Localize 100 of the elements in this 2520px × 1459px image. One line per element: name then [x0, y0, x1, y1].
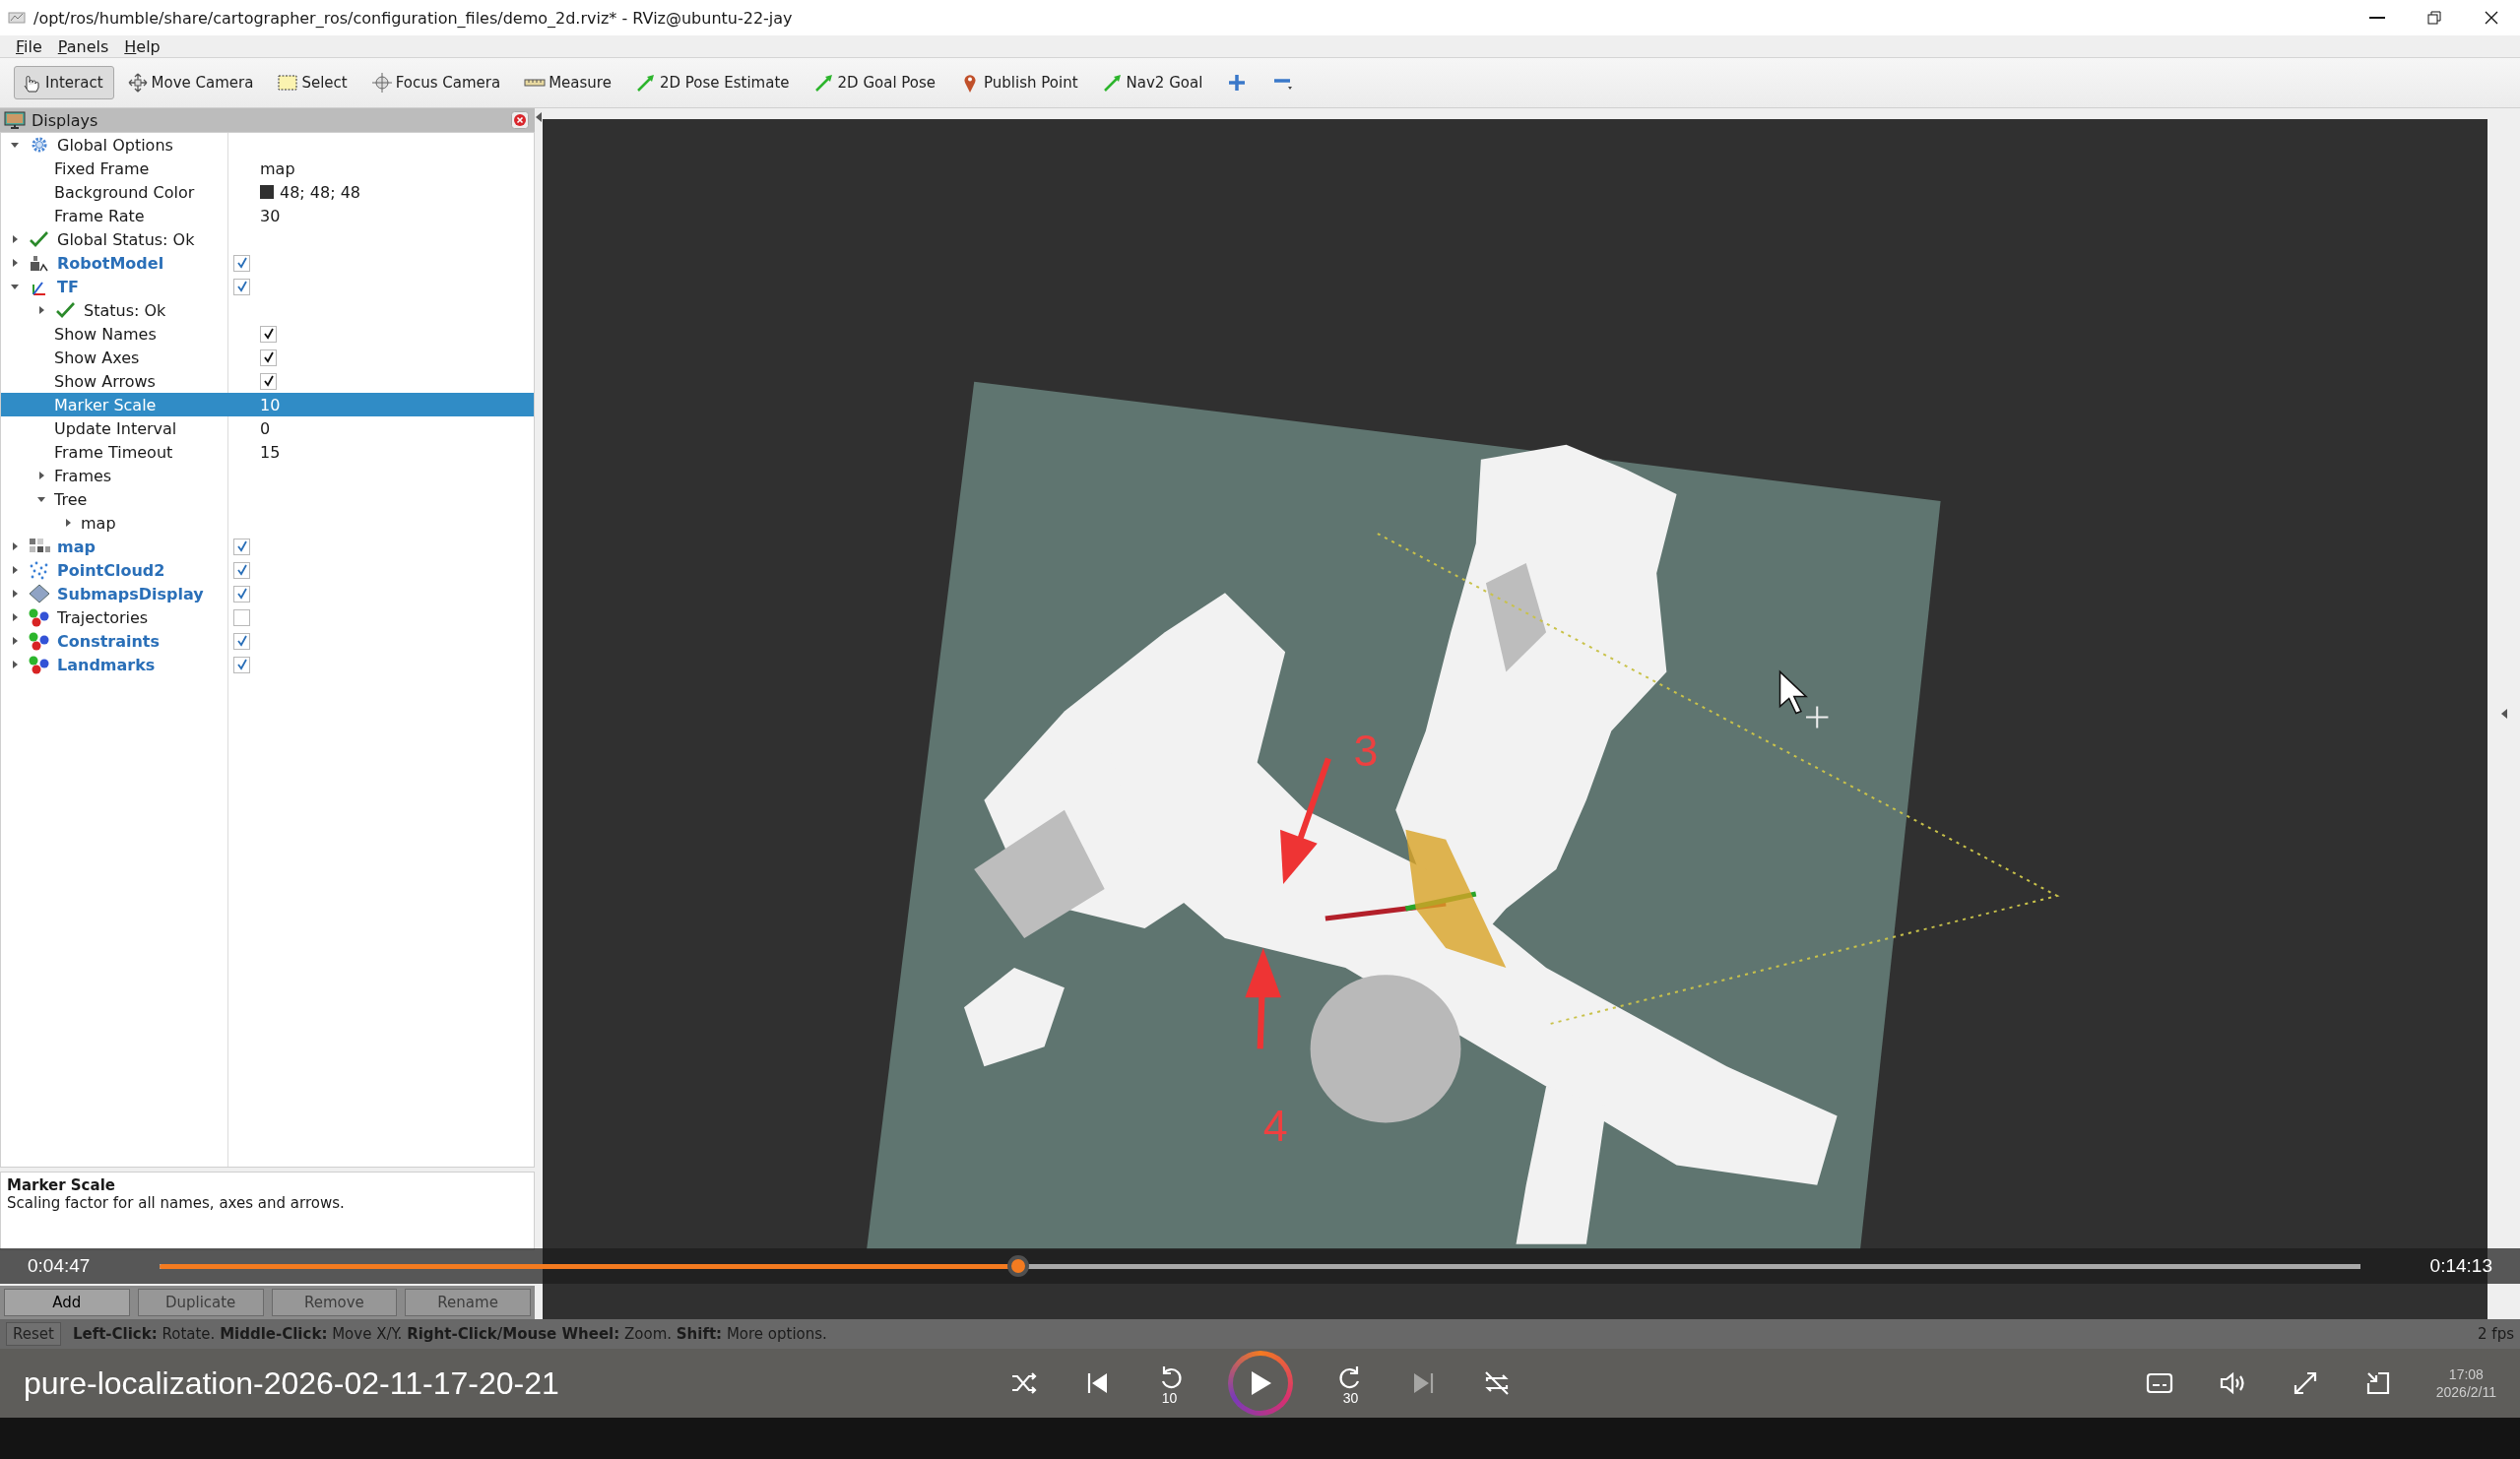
progress-thumb[interactable]	[1006, 1255, 1029, 1277]
close-button[interactable]	[511, 111, 529, 129]
tree-item[interactable]: Tree	[1, 487, 534, 511]
tree-label: Fixed Frame	[54, 159, 150, 178]
tree-item[interactable]: Update Interval 0	[1, 416, 534, 440]
restore-icon	[2426, 10, 2442, 26]
tool-button[interactable]: Nav2 Goal	[1094, 66, 1214, 99]
tree-label: map	[81, 513, 116, 533]
tree-item[interactable]: SubmapsDisplay	[1, 582, 534, 605]
clock-time: 17:08	[2448, 1366, 2484, 1382]
property-value: 0	[260, 418, 271, 438]
tree-label: Frame Timeout	[54, 442, 173, 462]
tool-button[interactable]: Move Camera	[119, 66, 265, 99]
tree-item[interactable]: Frame Timeout 15	[1, 440, 534, 464]
window-title: /opt/ros/humble/share/cartographer_ros/configuration_files/demo_2d.rviz* - RViz@ubuntu-22-jay	[33, 8, 794, 28]
tree-label: SubmapsDisplay	[57, 584, 204, 603]
tree-item[interactable]: Global Options	[1, 133, 534, 157]
tree-label: Global Status: Ok	[57, 229, 195, 249]
tree-item[interactable]: Show Arrows	[1, 369, 534, 393]
property-value: map	[260, 159, 295, 178]
panel-button[interactable]: Add	[4, 1289, 130, 1316]
tree-item[interactable]: Frames	[1, 464, 534, 487]
tree-item[interactable]: Constraints	[1, 629, 534, 653]
check-icon	[54, 300, 78, 320]
tool-button[interactable]: 2D Goal Pose	[806, 66, 947, 99]
tree-item[interactable]: map	[1, 535, 534, 558]
minus-icon	[1271, 76, 1294, 90]
checkbox[interactable]	[260, 372, 277, 390]
tree-item[interactable]: Frame Rate 30	[1, 204, 534, 227]
clock-date: 2026/2/11	[2435, 1384, 2496, 1400]
move-arrows-icon	[126, 72, 149, 94]
tree-label: Update Interval	[54, 418, 177, 438]
checkbox[interactable]	[233, 608, 250, 626]
collapse-handle-icon[interactable]	[2499, 708, 2508, 720]
tool-button[interactable]: 2D Pose Estimate	[627, 66, 801, 99]
tool-button[interactable]: Measure	[517, 66, 622, 99]
menu-item[interactable]: Help	[118, 36, 166, 56]
balls-icon	[28, 655, 51, 674]
rewind-button[interactable]: 10	[1154, 1362, 1185, 1405]
description-title: Marker Scale	[7, 1176, 116, 1194]
tree-item[interactable]: Show Axes	[1, 346, 534, 369]
balls-icon	[28, 631, 51, 651]
tree-item[interactable]: Status: Ok	[1, 298, 534, 322]
tool-button[interactable]: Publish Point	[952, 66, 1089, 99]
checkbox[interactable]	[233, 278, 250, 295]
checkbox[interactable]	[233, 254, 250, 272]
tree-item[interactable]: RobotModel	[1, 251, 534, 275]
robot-icon	[28, 253, 51, 273]
balls-icon	[28, 607, 51, 627]
checkbox[interactable]	[260, 325, 277, 343]
tool-button[interactable]: Interact	[14, 66, 114, 99]
tree-label: Marker Scale	[54, 395, 157, 414]
tree-item[interactable]: Fixed Frame map	[1, 157, 534, 180]
collapse-arrow-icon[interactable]	[35, 494, 46, 504]
app-icon	[8, 11, 26, 25]
tree-item[interactable]: Background Color 48; 48; 48	[1, 180, 534, 204]
menu-item[interactable]: Panels	[51, 36, 115, 56]
checkbox[interactable]	[260, 349, 277, 366]
panel-title: Displays	[32, 110, 99, 130]
checkbox[interactable]	[233, 561, 250, 579]
tree-label: Landmarks	[57, 655, 156, 674]
monitor-icon	[4, 111, 26, 129]
checkbox[interactable]	[233, 632, 250, 650]
tree-item[interactable]: Landmarks	[1, 653, 534, 676]
checkbox[interactable]	[233, 585, 250, 603]
tree-item[interactable]: TF	[1, 275, 534, 298]
tree-item[interactable]: Trajectories	[1, 605, 534, 629]
property-value: 15	[260, 442, 281, 462]
tree-label: Show Arrows	[54, 371, 156, 391]
tree-item[interactable]: map	[1, 511, 534, 535]
property-value: 48; 48; 48	[280, 182, 361, 202]
tree-label: Show Axes	[54, 348, 140, 367]
elapsed-time: 0:04:47	[28, 1255, 92, 1277]
tree-item[interactable]: PointCloud2	[1, 558, 534, 582]
tool-button[interactable]: Select	[270, 66, 358, 99]
collapse-arrow-icon[interactable]	[9, 282, 20, 291]
tree-label: map	[57, 537, 96, 556]
video-title: pure-localization-2026-02-11-17-20-21	[24, 1364, 560, 1402]
description-text: Scaling factor for all names, axes and arrows.	[7, 1194, 346, 1212]
crosshair-icon	[370, 72, 393, 94]
menu-item[interactable]: File	[10, 36, 48, 56]
tree-item[interactable]: Show Names	[1, 322, 534, 346]
diamond-icon	[28, 584, 51, 603]
collapse-arrow-icon[interactable]	[9, 140, 20, 150]
check-icon	[28, 229, 51, 249]
property-value: 30	[260, 206, 281, 225]
tree-item[interactable]: Marker Scale 10	[1, 393, 534, 416]
tree-label: Background Color	[54, 182, 195, 202]
property-value: 10	[260, 395, 281, 414]
checkbox[interactable]	[233, 538, 250, 555]
tree-label: Tree	[54, 489, 88, 509]
tree-item[interactable]: Global Status: Ok	[1, 227, 534, 251]
forward-button[interactable]: 30	[1335, 1362, 1366, 1405]
checkbox[interactable]	[233, 656, 250, 673]
tree-label: RobotModel	[57, 253, 164, 273]
move-cursor-icon	[1805, 705, 1830, 730]
annotation-label: 3	[1353, 726, 1379, 775]
tool-button[interactable]: Focus Camera	[363, 66, 512, 99]
minimize-icon	[2369, 17, 2385, 19]
tree-label: PointCloud2	[57, 560, 165, 580]
